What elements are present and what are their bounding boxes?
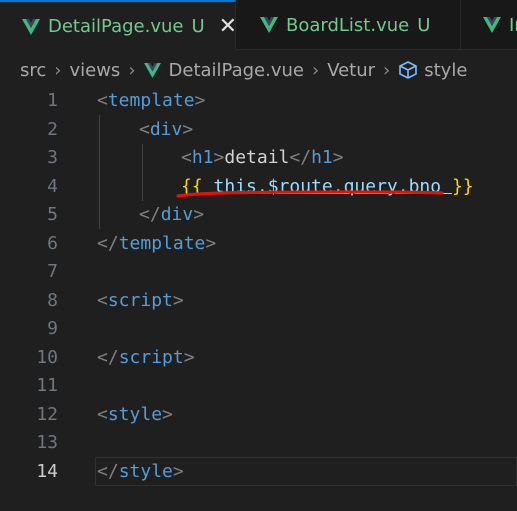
line-number: 8 bbox=[47, 289, 58, 311]
line-number: 5 bbox=[47, 204, 58, 225]
code-line[interactable]: 6 </template> bbox=[0, 230, 517, 259]
code-line[interactable]: 13 bbox=[0, 429, 517, 458]
bracket: > bbox=[172, 289, 184, 311]
close-icon[interactable]: ✕ bbox=[219, 15, 235, 38]
vue-icon bbox=[260, 17, 278, 33]
line-number: 1 bbox=[47, 90, 58, 111]
bracket: < bbox=[97, 90, 108, 111]
tag-name: h1 bbox=[311, 147, 333, 168]
tab-detailpage[interactable]: DetailPage.vue U ✕ bbox=[0, 0, 236, 51]
tab-label: DetailPage.vue bbox=[48, 16, 184, 37]
bracket: < bbox=[181, 147, 192, 168]
tag-name: template bbox=[118, 232, 206, 254]
bracket: </ bbox=[139, 204, 161, 225]
bracket: > bbox=[182, 118, 194, 140]
chevron-right-icon: › bbox=[54, 59, 62, 81]
line-content: </style> bbox=[97, 458, 184, 487]
breadcrumb-item-src[interactable]: src bbox=[20, 60, 46, 81]
line-number: 13 bbox=[36, 432, 58, 453]
chevron-right-icon: › bbox=[383, 59, 391, 81]
line-content: <template> bbox=[97, 87, 205, 116]
bracket: < bbox=[139, 118, 150, 140]
line-content: <style> bbox=[97, 401, 173, 430]
line-content: <h1>detail</h1> bbox=[181, 144, 344, 173]
bracket: > bbox=[183, 346, 195, 368]
code-line[interactable]: 12 <style> bbox=[0, 401, 517, 430]
code-line[interactable]: 1 <template> bbox=[0, 87, 517, 116]
bracket: > bbox=[162, 403, 173, 425]
line-number: 10 bbox=[36, 346, 58, 368]
breadcrumb: src › views › DetailPage.vue › Vetur › s… bbox=[0, 51, 517, 89]
code-line-current[interactable]: 14 </style> bbox=[0, 458, 517, 487]
tag-name: style bbox=[118, 460, 173, 482]
breadcrumb-item-views[interactable]: views bbox=[69, 60, 120, 81]
bracket: </ bbox=[97, 460, 119, 482]
code-line[interactable]: 7 bbox=[0, 258, 517, 287]
tab-in[interactable]: In bbox=[461, 0, 517, 50]
bracket: </ bbox=[97, 346, 119, 368]
bracket: > bbox=[213, 147, 225, 168]
bracket: > bbox=[332, 147, 344, 168]
line-number: 14 bbox=[36, 460, 58, 482]
code-line[interactable]: 3 <h1>detail</h1> bbox=[0, 144, 517, 173]
bracket: < bbox=[97, 289, 108, 311]
bracket: > bbox=[205, 232, 217, 254]
code-line[interactable]: 10 </script> bbox=[0, 344, 517, 373]
line-number: 12 bbox=[36, 403, 58, 425]
line-number: 11 bbox=[36, 375, 58, 396]
line-number: 4 bbox=[47, 175, 58, 197]
tab-label: BoardList.vue bbox=[286, 14, 410, 36]
tab-boardlist[interactable]: BoardList.vue U bbox=[236, 0, 461, 50]
line-number: 3 bbox=[47, 147, 58, 168]
line-content: </script> bbox=[97, 344, 195, 373]
line-content: </div> bbox=[139, 201, 204, 230]
text-content: detail bbox=[224, 147, 290, 168]
line-number: 2 bbox=[47, 118, 58, 140]
tag-name: div bbox=[160, 204, 194, 225]
bracket: > bbox=[172, 460, 184, 482]
editor-tab-bar: DetailPage.vue U ✕ BoardList.vue U In bbox=[0, 0, 517, 51]
line-content: <div> bbox=[139, 116, 193, 145]
bracket: > bbox=[193, 204, 205, 225]
bracket: </ bbox=[289, 147, 312, 168]
code-line[interactable]: 2 <div> bbox=[0, 116, 517, 145]
line-number: 9 bbox=[47, 318, 58, 339]
code-line[interactable]: 11 bbox=[0, 372, 517, 401]
vue-icon bbox=[22, 18, 40, 35]
code-line[interactable]: 9 bbox=[0, 315, 517, 344]
tag-name: script bbox=[107, 289, 173, 311]
breadcrumb-item-file[interactable]: DetailPage.vue bbox=[169, 60, 304, 81]
tag-name: style bbox=[107, 403, 163, 425]
untracked-badge: U bbox=[191, 16, 205, 37]
breadcrumb-item-style[interactable]: style bbox=[424, 60, 467, 81]
bracket: > bbox=[194, 90, 206, 111]
tag-name: div bbox=[149, 118, 183, 140]
bracket: </ bbox=[97, 232, 119, 254]
untracked-badge: U bbox=[417, 14, 431, 36]
tag-name: template bbox=[107, 90, 195, 111]
tag-name: h1 bbox=[191, 147, 214, 168]
breadcrumb-item-vetur[interactable]: Vetur bbox=[327, 60, 375, 81]
cube-icon bbox=[399, 61, 418, 79]
tag-name: script bbox=[118, 346, 184, 368]
chevron-right-icon: › bbox=[311, 59, 320, 81]
vue-icon bbox=[143, 62, 161, 78]
vue-icon bbox=[483, 17, 501, 33]
code-line[interactable]: 5 </div> bbox=[0, 201, 517, 230]
tab-label: In bbox=[509, 14, 517, 36]
code-line[interactable]: 8 <script> bbox=[0, 287, 517, 316]
code-editor[interactable]: 1 <template> 2 <div> 3 <h1>detail</h1> 4… bbox=[0, 87, 517, 511]
line-content: <script> bbox=[97, 287, 184, 316]
bracket: < bbox=[97, 403, 108, 425]
line-number: 6 bbox=[47, 232, 58, 254]
interpolation-close: }} bbox=[451, 175, 474, 197]
chevron-right-icon: › bbox=[128, 59, 136, 81]
red-underline-annotation bbox=[176, 190, 444, 198]
line-number: 7 bbox=[47, 261, 58, 282]
line-content: </template> bbox=[97, 230, 216, 259]
